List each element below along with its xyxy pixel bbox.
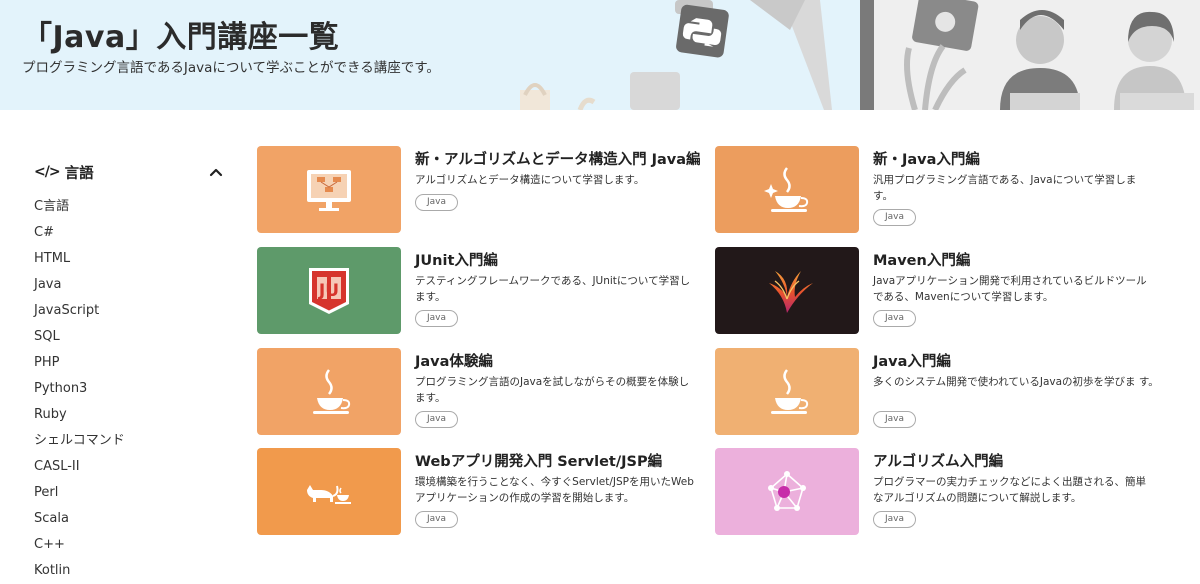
- course-card[interactable]: Maven入門編 Javaアプリケーション開発で利用されているビルドツール であ…: [715, 247, 1160, 334]
- course-card[interactable]: 新・Java入門編 汎用プログラミング言語である、Javaについて学習しま す。…: [715, 146, 1160, 233]
- sidebar-section-header[interactable]: </> 言語: [34, 160, 234, 184]
- chevron-up-icon[interactable]: [206, 162, 226, 182]
- sidebar-item-cpp[interactable]: C++: [34, 532, 234, 558]
- course-thumbnail[interactable]: [715, 348, 859, 435]
- sidebar-item-perl[interactable]: Perl: [34, 480, 234, 506]
- course-thumbnail[interactable]: [257, 348, 401, 435]
- course-tag[interactable]: Java: [415, 511, 459, 528]
- hero-illustration: [520, 0, 1200, 110]
- course-title[interactable]: Java入門編: [873, 350, 951, 371]
- course-tag[interactable]: Java: [415, 310, 459, 327]
- sidebar-item-shell[interactable]: シェルコマンド: [34, 428, 234, 454]
- course-title[interactable]: アルゴリズム入門編: [873, 450, 1003, 471]
- cat-and-cup-icon: [257, 448, 401, 535]
- sidebar-item-sql[interactable]: SQL: [34, 324, 234, 350]
- coffee-cup-icon: [715, 146, 859, 233]
- course-description: 環境構築を行うことなく、今すぐServlet/JSPを用いたWeb アプリケーシ…: [415, 476, 694, 504]
- course-description: プログラマーの実力チェックなどによく出題される、簡単 なアルゴリズムの問題につい…: [873, 476, 1146, 504]
- course-tag[interactable]: Java: [415, 411, 459, 428]
- sidebar-item-html[interactable]: HTML: [34, 246, 234, 272]
- sidebar-item-scala[interactable]: Scala: [34, 506, 234, 532]
- course-card[interactable]: 新・アルゴリズムとデータ構造入門 Java編 アルゴリズムとデータ構造について学…: [257, 146, 702, 233]
- course-tag[interactable]: Java: [415, 194, 459, 211]
- sidebar-item-kotlin[interactable]: Kotlin: [34, 558, 234, 584]
- course-card[interactable]: Java入門編 多くのシステム開発で使われているJavaの初歩を学びま す。 J…: [715, 348, 1160, 435]
- course-card[interactable]: アルゴリズム入門編 プログラマーの実力チェックなどによく出題される、簡単 なアル…: [715, 448, 1160, 535]
- category-sidebar: </> 言語 C言語 C# HTML Java JavaScript SQL P…: [34, 160, 234, 584]
- course-tag[interactable]: Java: [873, 511, 917, 528]
- course-card[interactable]: Webアプリ開発入門 Servlet/JSP編 環境構築を行うことなく、今すぐS…: [257, 448, 702, 535]
- course-card[interactable]: Java体験編 プログラミング言語のJavaを試しながらその概要を体験し ます。…: [257, 348, 702, 435]
- course-tag[interactable]: Java: [873, 209, 917, 226]
- monitor-diagram-icon: [257, 146, 401, 233]
- course-title[interactable]: Maven入門編: [873, 249, 970, 270]
- hero-banner: 「Java」入門講座一覧 プログラミング言語であるJavaについて学ぶことができ…: [0, 0, 1200, 110]
- sidebar-item-javascript[interactable]: JavaScript: [34, 298, 234, 324]
- python-tile-icon: [676, 4, 729, 58]
- course-thumbnail[interactable]: [715, 448, 859, 535]
- page-subtitle: プログラミング言語であるJavaについて学ぶことができる講座です。: [22, 60, 440, 76]
- sidebar-item-java[interactable]: Java: [34, 272, 234, 298]
- course-description: 多くのシステム開発で使われているJavaの初歩を学びま す。: [873, 376, 1159, 388]
- course-description: 汎用プログラミング言語である、Javaについて学習しま す。: [873, 174, 1137, 202]
- sidebar-item-casl[interactable]: CASL-II: [34, 454, 234, 480]
- course-title[interactable]: 新・アルゴリズムとデータ構造入門 Java編: [415, 148, 701, 169]
- course-thumbnail[interactable]: [257, 448, 401, 535]
- course-title[interactable]: 新・Java入門編: [873, 148, 980, 169]
- sidebar-item-c[interactable]: C言語: [34, 194, 234, 220]
- junit-logo-icon: JU: [257, 247, 401, 334]
- network-graph-icon: [715, 448, 859, 535]
- course-thumbnail[interactable]: [715, 247, 859, 334]
- course-thumbnail[interactable]: [715, 146, 859, 233]
- sidebar-item-ruby[interactable]: Ruby: [34, 402, 234, 428]
- course-description: テスティングフレームワークである、JUnitについて学習し ます。: [415, 275, 691, 303]
- page-title: 「Java」入門講座一覧: [22, 20, 340, 55]
- course-thumbnail[interactable]: [257, 146, 401, 233]
- sidebar-list: C言語 C# HTML Java JavaScript SQL PHP Pyth…: [34, 194, 234, 584]
- course-title[interactable]: Java体験編: [415, 350, 493, 371]
- sidebar-item-php[interactable]: PHP: [34, 350, 234, 376]
- sidebar-item-python3[interactable]: Python3: [34, 376, 234, 402]
- course-tag[interactable]: Java: [873, 310, 917, 327]
- course-thumbnail[interactable]: JU: [257, 247, 401, 334]
- sidebar-heading: 言語: [64, 165, 94, 182]
- coffee-cup-icon: [715, 348, 859, 435]
- maven-feather-icon: [715, 247, 859, 334]
- coffee-cup-icon: [257, 348, 401, 435]
- sidebar-item-csharp[interactable]: C#: [34, 220, 234, 246]
- course-description: アルゴリズムとデータ構造について学習します。: [415, 174, 645, 186]
- course-card[interactable]: JU JUnit入門編 テスティングフレームワークである、JUnitについて学習…: [257, 247, 702, 334]
- course-tag[interactable]: Java: [873, 411, 917, 428]
- svg-text:JU: JU: [318, 281, 339, 301]
- code-icon: </>: [34, 164, 61, 180]
- course-title[interactable]: Webアプリ開発入門 Servlet/JSP編: [415, 450, 662, 471]
- course-title[interactable]: JUnit入門編: [415, 249, 498, 270]
- course-description: Javaアプリケーション開発で利用されているビルドツール である、Mavenにつ…: [873, 275, 1147, 303]
- course-description: プログラミング言語のJavaを試しながらその概要を体験し ます。: [415, 376, 690, 404]
